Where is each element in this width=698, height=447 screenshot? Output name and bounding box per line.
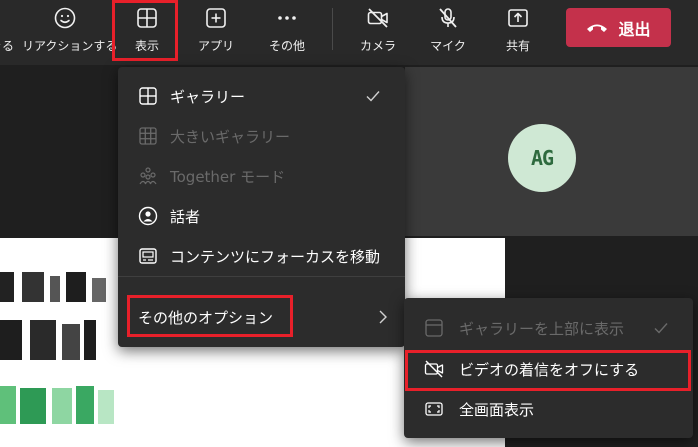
reaction-button-label: リアクションする bbox=[22, 39, 118, 53]
mic-button-label: マイク bbox=[430, 39, 466, 53]
smiley-icon bbox=[54, 7, 76, 29]
large-grid-icon bbox=[139, 127, 157, 145]
submenu-item-gallery-top[interactable]: ギャラリーを上部に表示 bbox=[404, 309, 693, 347]
partial-toolbar-button[interactable]: ぐる bbox=[0, 0, 14, 65]
menu-item-together-mode[interactable]: Together モード bbox=[118, 157, 405, 195]
view-button[interactable]: 表示 bbox=[116, 0, 178, 65]
share-button[interactable]: 共有 bbox=[490, 0, 546, 65]
meeting-toolbar: ぐる リアクションする 表示 アプリ その他 カメラ マイク 共有 退出 bbox=[0, 0, 698, 65]
mic-button[interactable]: マイク bbox=[420, 0, 476, 65]
leave-button-label: 退出 bbox=[618, 19, 651, 39]
menu-item-label: Together モード bbox=[170, 167, 286, 186]
apps-button-label: アプリ bbox=[197, 39, 234, 53]
menu-item-content-focus[interactable]: コンテンツにフォーカスを移動 bbox=[118, 237, 405, 275]
gallery-top-icon bbox=[425, 319, 443, 337]
submenu-item-video-off[interactable]: ビデオの着信をオフにする bbox=[404, 350, 693, 388]
leave-button[interactable]: 退出 bbox=[566, 8, 671, 47]
submenu-item-label: ギャラリーを上部に表示 bbox=[459, 319, 625, 338]
menu-item-label: その他のオプション bbox=[138, 308, 274, 327]
together-mode-icon bbox=[139, 167, 157, 185]
menu-divider bbox=[118, 276, 405, 277]
mic-off-icon bbox=[439, 8, 457, 28]
reaction-button[interactable]: リアクションする bbox=[22, 0, 118, 65]
camera-button-label: カメラ bbox=[359, 39, 396, 53]
menu-item-label: ギャラリー bbox=[170, 87, 246, 106]
video-off-icon bbox=[424, 360, 444, 378]
view-menu: ギャラリー 大きいギャラリー Together モード 話者 コンテンツにフォー… bbox=[118, 67, 405, 347]
avatar: AG bbox=[508, 124, 576, 192]
submenu-item-label: ビデオの着信をオフにする bbox=[459, 360, 640, 379]
menu-item-speaker[interactable]: 話者 bbox=[118, 197, 405, 235]
submenu-item-fullscreen[interactable]: 全画面表示 bbox=[404, 390, 693, 428]
avatar-initials: AG bbox=[530, 146, 554, 170]
menu-item-more-options[interactable]: その他のオプション bbox=[118, 298, 405, 336]
partial-button-label: ぐる bbox=[0, 39, 14, 53]
submenu-item-label: 全画面表示 bbox=[459, 400, 535, 419]
checkmark-icon bbox=[654, 323, 668, 334]
hang-up-icon bbox=[587, 24, 608, 32]
grid-icon bbox=[139, 87, 157, 105]
share-tray-icon bbox=[508, 9, 528, 27]
add-app-icon bbox=[206, 8, 226, 28]
speaker-icon bbox=[138, 206, 158, 226]
grid-view-icon bbox=[137, 8, 157, 28]
menu-item-label: 大きいギャラリー bbox=[170, 127, 291, 146]
fullscreen-icon bbox=[425, 402, 443, 416]
view-button-label: 表示 bbox=[134, 39, 159, 53]
share-button-label: 共有 bbox=[505, 39, 530, 53]
menu-item-gallery[interactable]: ギャラリー bbox=[118, 77, 405, 115]
apps-button[interactable]: アプリ bbox=[188, 0, 244, 65]
toolbar-divider bbox=[332, 8, 333, 50]
menu-item-label: コンテンツにフォーカスを移動 bbox=[170, 247, 381, 266]
chevron-right-icon bbox=[379, 310, 387, 324]
menu-item-large-gallery[interactable]: 大きいギャラリー bbox=[118, 117, 405, 155]
content-focus-icon bbox=[139, 248, 157, 264]
more-button[interactable]: その他 bbox=[258, 0, 316, 65]
more-dots-icon bbox=[278, 16, 296, 20]
checkmark-icon bbox=[366, 91, 380, 102]
menu-item-label: 話者 bbox=[170, 207, 201, 226]
camera-off-icon bbox=[367, 8, 388, 28]
camera-button[interactable]: カメラ bbox=[350, 0, 406, 65]
more-options-submenu: ギャラリーを上部に表示 ビデオの着信をオフにする 全画面表示 bbox=[404, 298, 693, 438]
more-button-label: その他 bbox=[268, 39, 305, 53]
